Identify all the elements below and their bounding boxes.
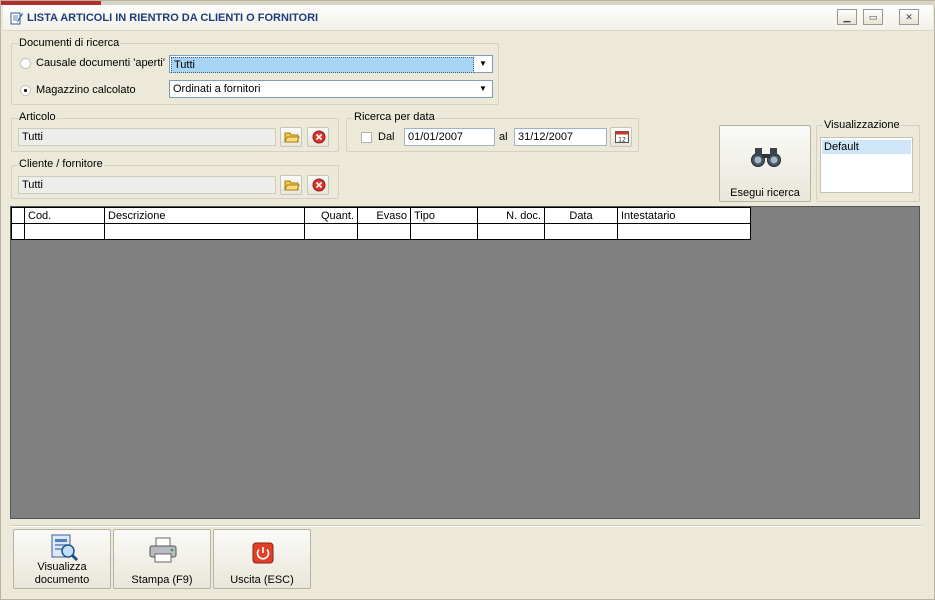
clear-icon — [312, 178, 326, 192]
table-cell[interactable] — [357, 223, 411, 240]
results-grid[interactable]: Cod. Descrizione Quant. Evaso Tipo N. do… — [11, 207, 751, 240]
dal-label: Dal — [378, 131, 395, 143]
notepad-icon — [10, 12, 23, 25]
bottom-separator — [10, 525, 922, 527]
visualizzazione-list[interactable]: Default — [820, 137, 913, 193]
calendar-button[interactable]: 12 — [610, 127, 632, 147]
articolo-clear-button[interactable] — [307, 127, 329, 147]
cliente-value: Tutti — [22, 179, 43, 191]
table-cell[interactable] — [617, 223, 751, 240]
row-selector[interactable] — [11, 223, 25, 240]
col-intestatario[interactable]: Intestatario — [617, 207, 751, 224]
document-view-icon — [51, 534, 79, 562]
articolo-field[interactable]: Tutti — [18, 128, 276, 146]
causale-combo[interactable]: Tutti ▼ — [169, 55, 493, 73]
magazzino-value: Ordinati a fornitori — [173, 83, 261, 95]
cliente-clear-button[interactable] — [307, 175, 329, 195]
table-row[interactable] — [11, 223, 751, 240]
col-descrizione[interactable]: Descrizione — [104, 207, 305, 224]
row-selector-header — [11, 207, 25, 224]
results-grid-area[interactable]: Cod. Descrizione Quant. Evaso Tipo N. do… — [10, 206, 920, 519]
al-date-field[interactable]: 31/12/2007 — [514, 128, 607, 146]
cliente-field[interactable]: Tutti — [18, 176, 276, 194]
main-window: LISTA ARTICOLI IN RIENTRO DA CLIENTI O F… — [0, 0, 935, 600]
col-cod[interactable]: Cod. — [24, 207, 105, 224]
binoculars-icon — [751, 148, 781, 167]
power-icon — [252, 542, 274, 564]
clear-icon — [312, 130, 326, 144]
col-ndoc[interactable]: N. doc. — [477, 207, 545, 224]
visualizzazione-item-default[interactable]: Default — [822, 140, 911, 154]
stampa-label: Stampa (F9) — [131, 574, 193, 586]
chevron-down-icon[interactable]: ▼ — [475, 82, 491, 96]
visualizza-label-line1: Visualizza — [37, 561, 87, 573]
table-cell[interactable] — [304, 223, 358, 240]
maximize-icon[interactable]: ▭ — [863, 9, 883, 25]
al-date-value: 31/12/2007 — [518, 131, 574, 143]
uscita-label: Uscita (ESC) — [230, 574, 294, 586]
table-cell[interactable] — [104, 223, 305, 240]
grid-header-row: Cod. Descrizione Quant. Evaso Tipo N. do… — [11, 207, 751, 224]
dal-date-field[interactable]: 01/01/2007 — [404, 128, 495, 146]
folder-icon — [284, 132, 300, 143]
close-icon[interactable]: ✕ — [899, 9, 919, 25]
printer-icon — [149, 537, 177, 563]
causale-radio[interactable] — [20, 58, 31, 69]
dal-checkbox[interactable] — [361, 132, 372, 143]
magazzino-combo[interactable]: Ordinati a fornitori ▼ — [169, 80, 493, 98]
table-cell[interactable] — [477, 223, 545, 240]
esegui-ricerca-button[interactable]: Esegui ricerca — [719, 125, 811, 202]
esegui-ricerca-label: Esegui ricerca — [730, 187, 800, 199]
visualizza-documento-button[interactable]: Visualizza documento — [13, 529, 111, 589]
causale-label: Causale documenti 'aperti' — [36, 57, 165, 69]
uscita-button[interactable]: Uscita (ESC) — [213, 529, 311, 589]
cliente-group-label: Cliente / fornitore — [18, 158, 104, 170]
visualizzazione-group-label: Visualizzazione — [823, 119, 901, 131]
articolo-group-label: Articolo — [18, 111, 57, 123]
calendar-icon: 12 — [615, 131, 629, 144]
col-quant[interactable]: Quant. — [304, 207, 358, 224]
table-cell[interactable] — [544, 223, 618, 240]
minimize-icon[interactable]: ▁ — [837, 9, 857, 25]
causale-value: Tutti — [171, 57, 474, 73]
articolo-browse-button[interactable] — [280, 127, 302, 147]
folder-icon — [284, 180, 300, 191]
title-bar: LISTA ARTICOLI IN RIENTRO DA CLIENTI O F… — [3, 5, 933, 31]
chevron-down-icon[interactable]: ▼ — [475, 57, 491, 71]
stampa-button[interactable]: Stampa (F9) — [113, 529, 211, 589]
cliente-browse-button[interactable] — [280, 175, 302, 195]
dal-date-value: 01/01/2007 — [408, 131, 464, 143]
table-cell[interactable] — [410, 223, 478, 240]
col-data[interactable]: Data — [544, 207, 618, 224]
documenti-group-label: Documenti di ricerca — [18, 37, 121, 49]
articolo-value: Tutti — [22, 131, 43, 143]
col-evaso[interactable]: Evaso — [357, 207, 411, 224]
col-tipo[interactable]: Tipo — [410, 207, 478, 224]
magazzino-radio[interactable] — [20, 85, 31, 96]
window-title: LISTA ARTICOLI IN RIENTRO DA CLIENTI O F… — [27, 12, 319, 24]
visualizza-label-line2: documento — [34, 574, 90, 586]
al-label: al — [499, 131, 508, 143]
table-cell[interactable] — [24, 223, 105, 240]
magazzino-label: Magazzino calcolato — [36, 84, 136, 96]
ricerca-data-group-label: Ricerca per data — [353, 111, 436, 123]
svg-text:12: 12 — [618, 137, 626, 144]
